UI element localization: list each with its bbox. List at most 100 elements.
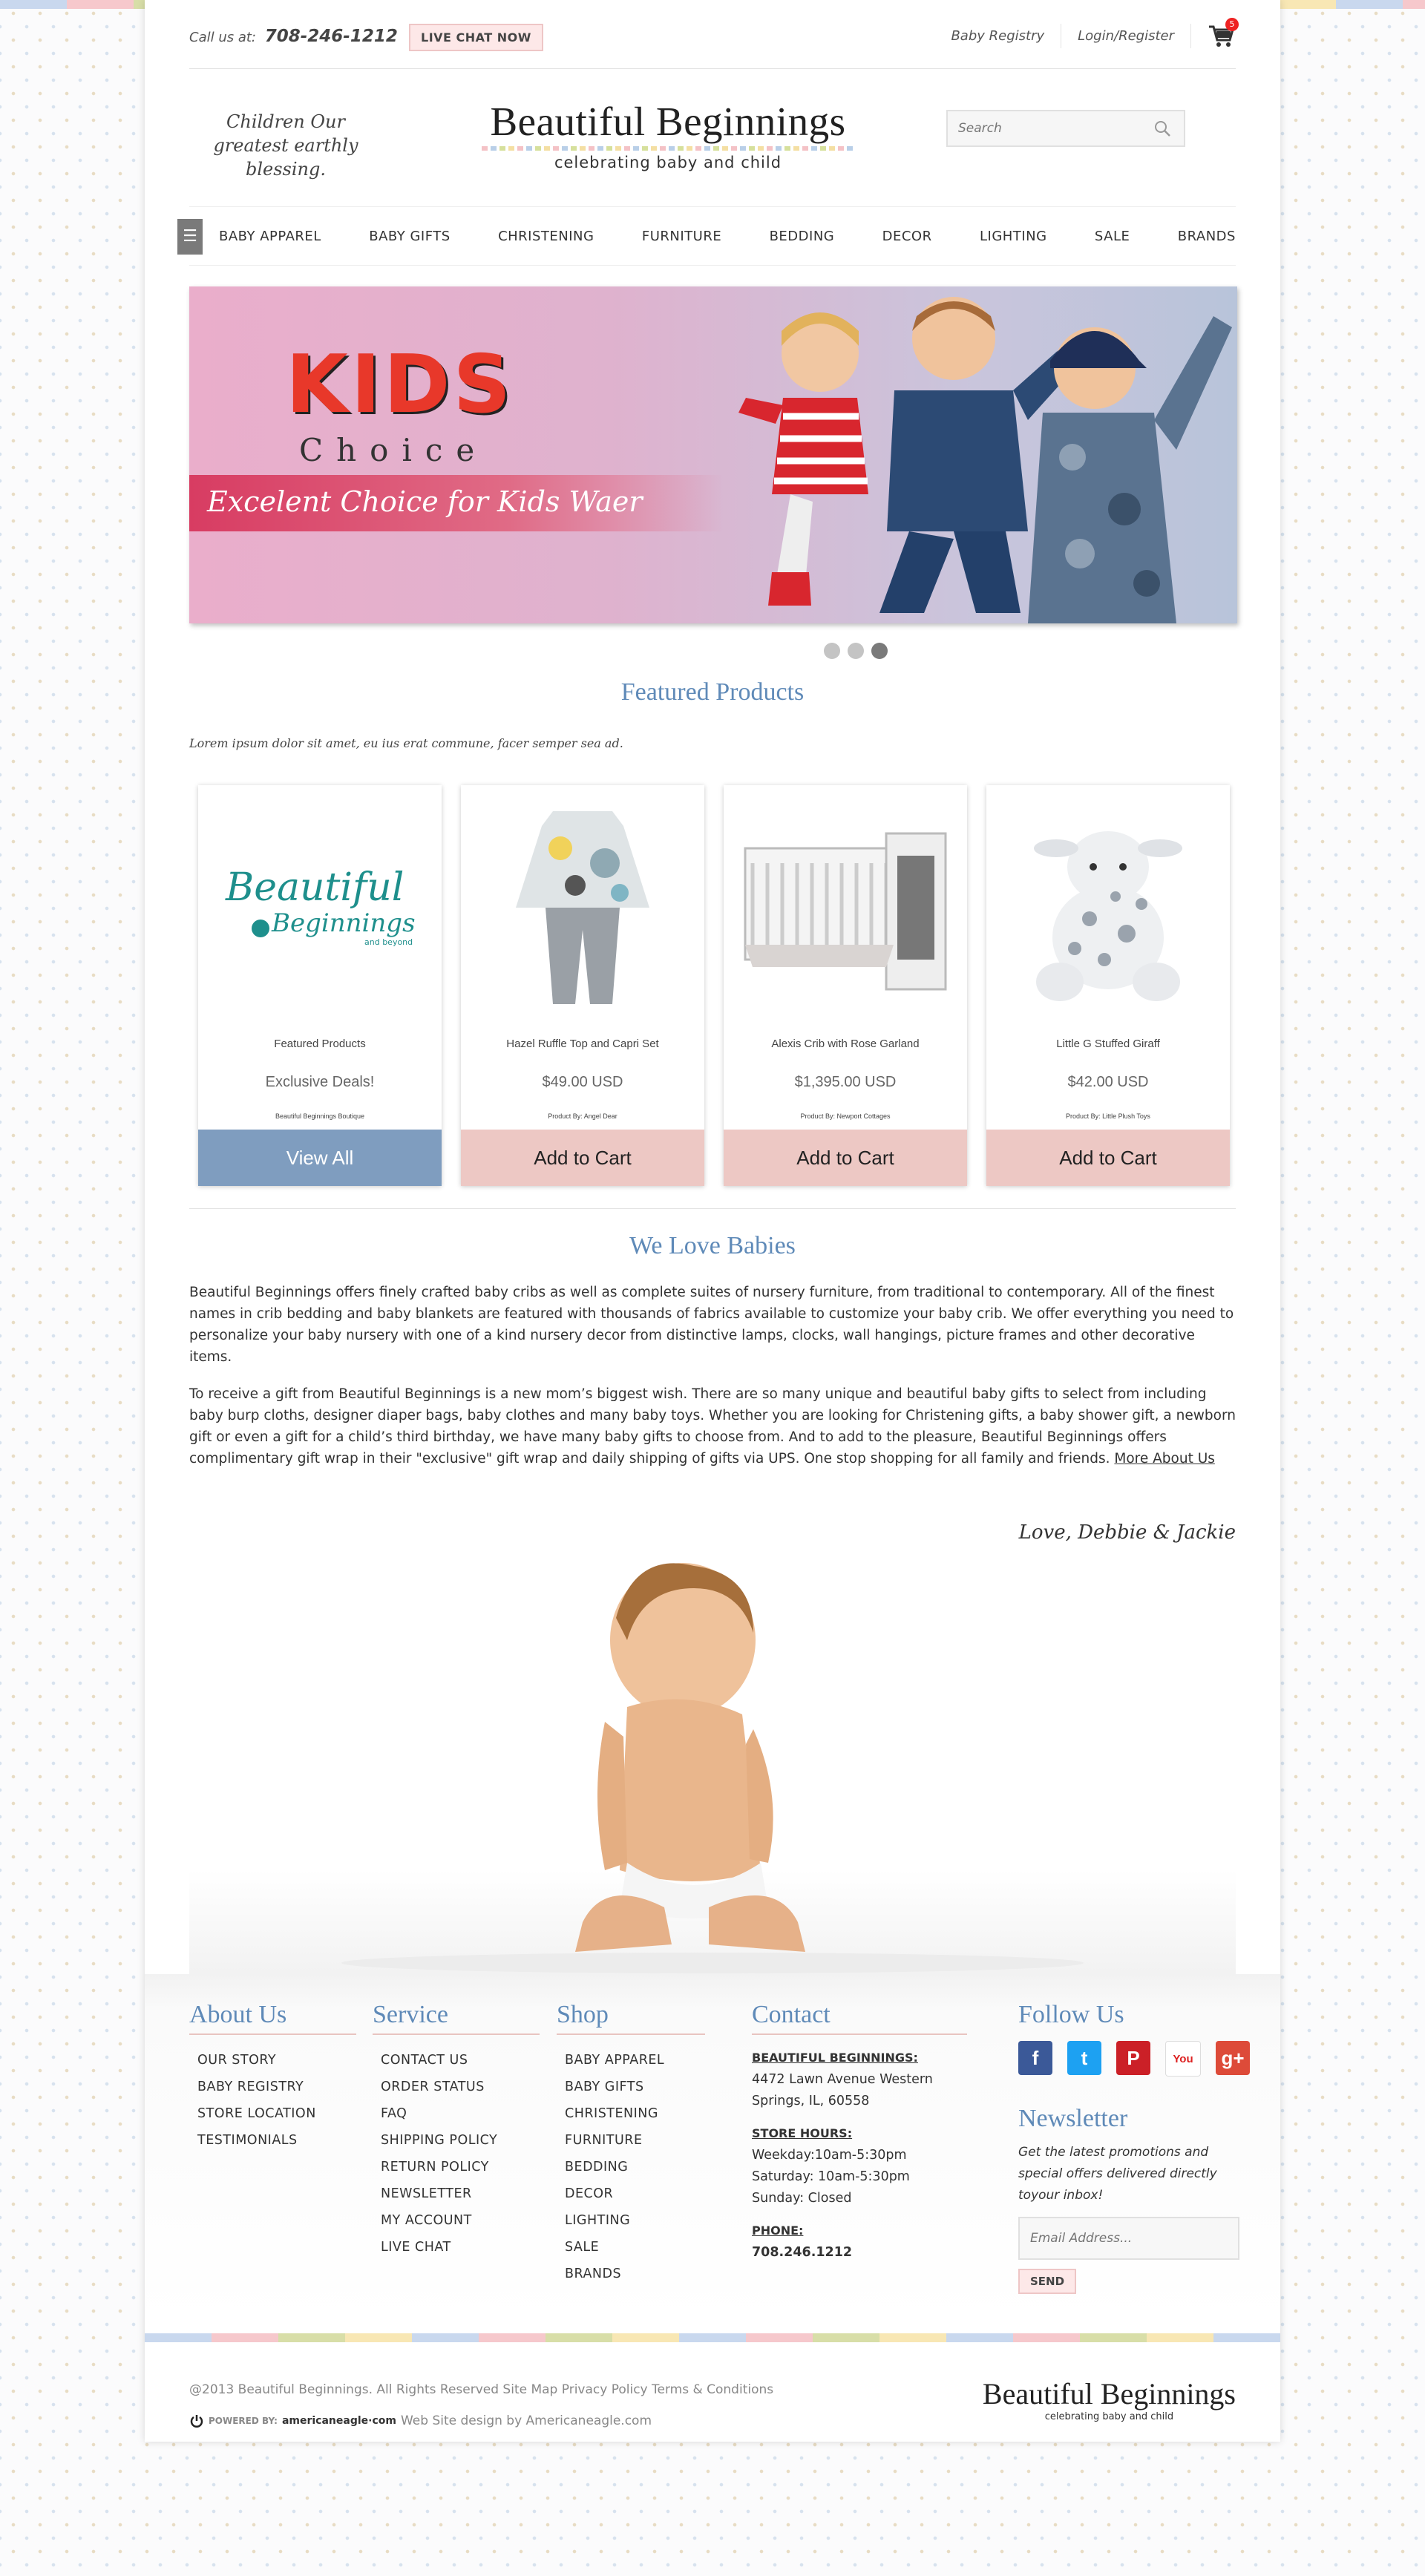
footer-link[interactable]: BABY REGISTRY: [197, 2074, 356, 2100]
footer-follow-title: Follow Us: [1018, 2001, 1124, 2028]
twitter-icon[interactable]: t: [1067, 2041, 1101, 2075]
product-image[interactable]: [461, 785, 704, 1030]
cart-count-badge: 5: [1225, 18, 1239, 31]
nav-sale[interactable]: SALE: [1095, 229, 1130, 244]
banner-kids-photo: [738, 297, 1232, 623]
logo-subtitle: celebrating baby and child: [554, 154, 782, 171]
design-credit[interactable]: Web Site design by Americaneagle.com: [401, 2413, 652, 2428]
login-register-link[interactable]: Login/Register: [1061, 23, 1191, 48]
footer-link[interactable]: TESTIMONIALS: [197, 2127, 356, 2154]
footer-link[interactable]: RETURN POLICY: [381, 2154, 540, 2180]
footer-link[interactable]: BEDDING: [565, 2154, 705, 2180]
live-chat-button[interactable]: LIVE CHAT NOW: [409, 24, 543, 51]
footer-link[interactable]: LIVE CHAT: [381, 2234, 540, 2261]
send-button[interactable]: SEND: [1018, 2269, 1077, 2294]
footer-about-col: About Us OUR STORY BABY REGISTRY STORE L…: [189, 2001, 356, 2154]
nav-bedding[interactable]: BEDDING: [770, 229, 835, 244]
product-card[interactable]: Hazel Ruffle Top and Capri Set $49.00 US…: [461, 785, 704, 1186]
nav-brands[interactable]: BRANDS: [1178, 229, 1236, 244]
footer-service-col: Service CONTACT US ORDER STATUS FAQ SHIP…: [373, 2001, 540, 2261]
nav-christening[interactable]: CHRISTENING: [498, 229, 594, 244]
footer-phone[interactable]: 708.246.1212: [752, 2245, 852, 2260]
baby-registry-link[interactable]: Baby Registry: [934, 23, 1062, 48]
add-to-cart-button[interactable]: Add to Cart: [461, 1130, 704, 1186]
footer-link[interactable]: FAQ: [381, 2100, 540, 2127]
carousel-dot-1[interactable]: [824, 643, 840, 659]
product-image[interactable]: [986, 785, 1230, 1030]
facebook-icon[interactable]: f: [1018, 2041, 1052, 2075]
footer-link[interactable]: FURNITURE: [565, 2127, 705, 2154]
banner-kids-text: KIDS: [286, 338, 514, 431]
stuffed-giraffe-image: [1034, 831, 1182, 1001]
search-input[interactable]: [948, 120, 1153, 137]
cart-button[interactable]: 5: [1206, 18, 1239, 50]
google-plus-icon[interactable]: g+: [1216, 2041, 1250, 2075]
search-icon[interactable]: [1153, 119, 1172, 138]
add-to-cart-button[interactable]: Add to Cart: [986, 1130, 1230, 1186]
powered-brand[interactable]: americaneagle·com: [282, 2415, 396, 2427]
footer-link[interactable]: OUR STORY: [197, 2047, 356, 2074]
product-by: Beautiful Beginnings Boutique: [275, 1112, 365, 1120]
youtube-icon[interactable]: You: [1165, 2041, 1201, 2077]
footer-link[interactable]: ORDER STATUS: [381, 2074, 540, 2100]
product-image[interactable]: [724, 785, 967, 1030]
social-icons: f t P You g+: [1018, 2041, 1256, 2077]
footer-link[interactable]: SHIPPING POLICY: [381, 2127, 540, 2154]
product-card[interactable]: Beautiful Beginnings and beyond Featured…: [198, 785, 442, 1186]
nav-baby-apparel[interactable]: BABY APPAREL: [219, 229, 321, 244]
carousel-dot-2[interactable]: [848, 643, 864, 659]
footer-service-title: Service: [373, 2001, 540, 2035]
page-container: Call us at: 708-246-1212 LIVE CHAT NOW B…: [145, 0, 1280, 2442]
nav-lighting[interactable]: LIGHTING: [980, 229, 1047, 244]
product-by: Product By: Newport Cottages: [800, 1112, 891, 1120]
more-about-us-link[interactable]: More About Us: [1114, 1451, 1215, 1466]
baby-photo: [189, 1559, 1236, 1974]
footer-link[interactable]: BRANDS: [565, 2261, 705, 2287]
footer-link[interactable]: SALE: [565, 2234, 705, 2261]
signoff: Love, Debbie & Jackie: [1018, 1521, 1236, 1544]
nav-baby-gifts[interactable]: BABY GIFTS: [369, 229, 450, 244]
contact-info: BEAUTIFUL BEGINNINGS: 4472 Lawn Avenue W…: [752, 2047, 967, 2264]
footer-logo[interactable]: Beautiful Beginnings celebrating baby an…: [983, 2376, 1236, 2422]
hamburger-menu-icon[interactable]: ☰: [177, 219, 203, 255]
phone-number[interactable]: 708-246-1212: [265, 27, 398, 46]
newsletter-title: Newsletter: [1018, 2105, 1128, 2132]
carousel-dot-3-active[interactable]: [871, 643, 888, 659]
view-all-button[interactable]: View All: [198, 1130, 442, 1186]
product-name[interactable]: Hazel Ruffle Top and Capri Set: [461, 1038, 704, 1050]
product-name[interactable]: Little G Stuffed Giraff: [986, 1038, 1230, 1050]
featured-intro: Lorem ipsum dolor sit amet, eu ius erat …: [189, 736, 623, 750]
email-field[interactable]: [1018, 2217, 1239, 2260]
footer-link[interactable]: MY ACCOUNT: [381, 2207, 540, 2234]
section-divider: [189, 1208, 1236, 1209]
footer-link[interactable]: DECOR: [565, 2180, 705, 2207]
nav-decor[interactable]: DECOR: [882, 229, 932, 244]
hero-banner[interactable]: KIDS Choice Excelent Choice for Kids Wae…: [189, 286, 1237, 623]
footer-link[interactable]: CHRISTENING: [565, 2100, 705, 2127]
footer-link[interactable]: STORE LOCATION: [197, 2100, 356, 2127]
logo-name: Beautiful Beginnings: [490, 99, 846, 144]
pinterest-icon[interactable]: P: [1116, 2041, 1150, 2075]
product-card[interactable]: Alexis Crib with Rose Garland $1,395.00 …: [724, 785, 967, 1186]
footer-link[interactable]: LIGHTING: [565, 2207, 705, 2234]
product-name[interactable]: Featured Products: [198, 1038, 442, 1050]
hours-saturday: Saturday: 10am-5:30pm: [752, 2169, 910, 2184]
nav-furniture[interactable]: FURNITURE: [642, 229, 721, 244]
newsletter-text: Get the latest promotions and special of…: [1018, 2145, 1217, 2203]
top-bar: Call us at: 708-246-1212 LIVE CHAT NOW B…: [189, 10, 1239, 69]
footer-link[interactable]: CONTACT US: [381, 2047, 540, 2074]
footer-link[interactable]: BABY GIFTS: [565, 2074, 705, 2100]
footer-link[interactable]: NEWSLETTER: [381, 2180, 540, 2207]
add-to-cart-button[interactable]: Add to Cart: [724, 1130, 967, 1186]
about-paragraph-2: To receive a gift from Beautiful Beginni…: [189, 1383, 1236, 1469]
svg-text:Beginnings: Beginnings: [271, 908, 416, 938]
svg-text:and beyond: and beyond: [364, 937, 413, 947]
product-price: $1,395.00 USD: [794, 1074, 897, 1090]
sitting-baby-image: [341, 1563, 1084, 1973]
site-logo[interactable]: Beautiful Beginnings celebrating baby an…: [479, 98, 857, 171]
footer-link[interactable]: BABY APPAREL: [565, 2047, 705, 2074]
product-name[interactable]: Alexis Crib with Rose Garland: [724, 1038, 967, 1050]
logo-dots: [482, 146, 854, 151]
product-price: $49.00 USD: [542, 1074, 623, 1090]
product-card[interactable]: Little G Stuffed Giraff $42.00 USD Produ…: [986, 785, 1230, 1186]
